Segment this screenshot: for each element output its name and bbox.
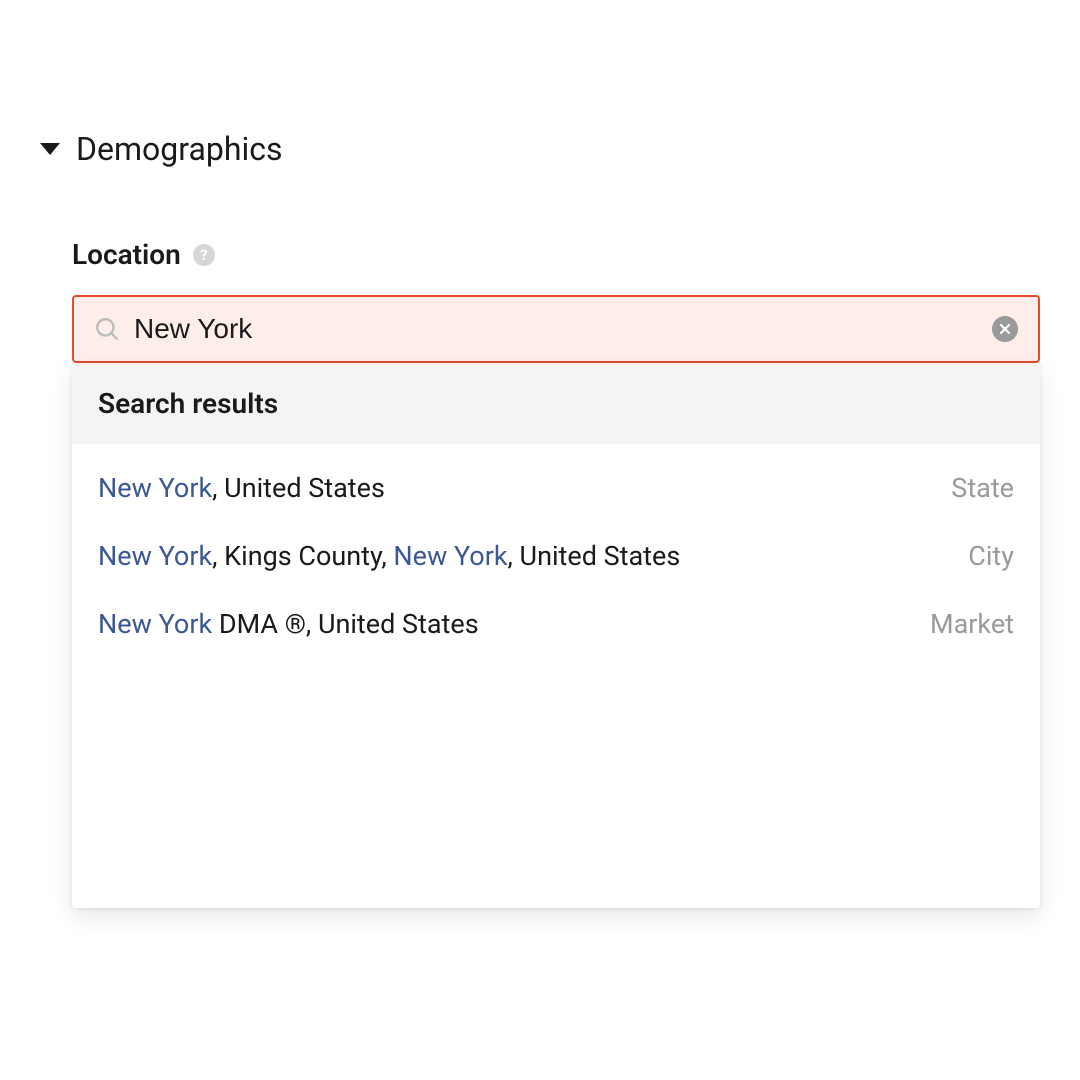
help-icon[interactable]: ? <box>193 244 215 266</box>
results-list: New York, United States State New York, Ki… <box>72 444 1040 908</box>
result-type-label: Market <box>930 608 1014 640</box>
search-result-row[interactable]: New York, United States State <box>72 454 1040 522</box>
result-type-label: State <box>951 472 1014 504</box>
section-header-demographics[interactable]: Demographics <box>40 130 1040 168</box>
location-search-box[interactable] <box>72 295 1040 363</box>
dropdown-title: Search results <box>98 387 1014 420</box>
search-icon <box>94 316 120 342</box>
dropdown-header: Search results <box>72 363 1040 444</box>
search-result-row[interactable]: New York, Kings County, New York, United… <box>72 522 1040 590</box>
result-text: New York, United States <box>98 472 385 504</box>
section-title: Demographics <box>76 130 283 168</box>
location-label: Location <box>72 238 181 271</box>
clear-search-button[interactable] <box>992 316 1018 342</box>
result-type-label: City <box>968 540 1014 572</box>
location-search-input[interactable] <box>134 313 992 345</box>
search-result-row[interactable]: New York DMA ®, United States Market <box>72 590 1040 658</box>
caret-down-icon <box>40 143 60 155</box>
result-text: New York, Kings County, New York, United… <box>98 540 680 572</box>
result-text: New York DMA ®, United States <box>98 608 479 640</box>
location-label-row: Location ? <box>72 238 1040 271</box>
search-results-dropdown: Search results New York, United States St… <box>72 363 1040 908</box>
